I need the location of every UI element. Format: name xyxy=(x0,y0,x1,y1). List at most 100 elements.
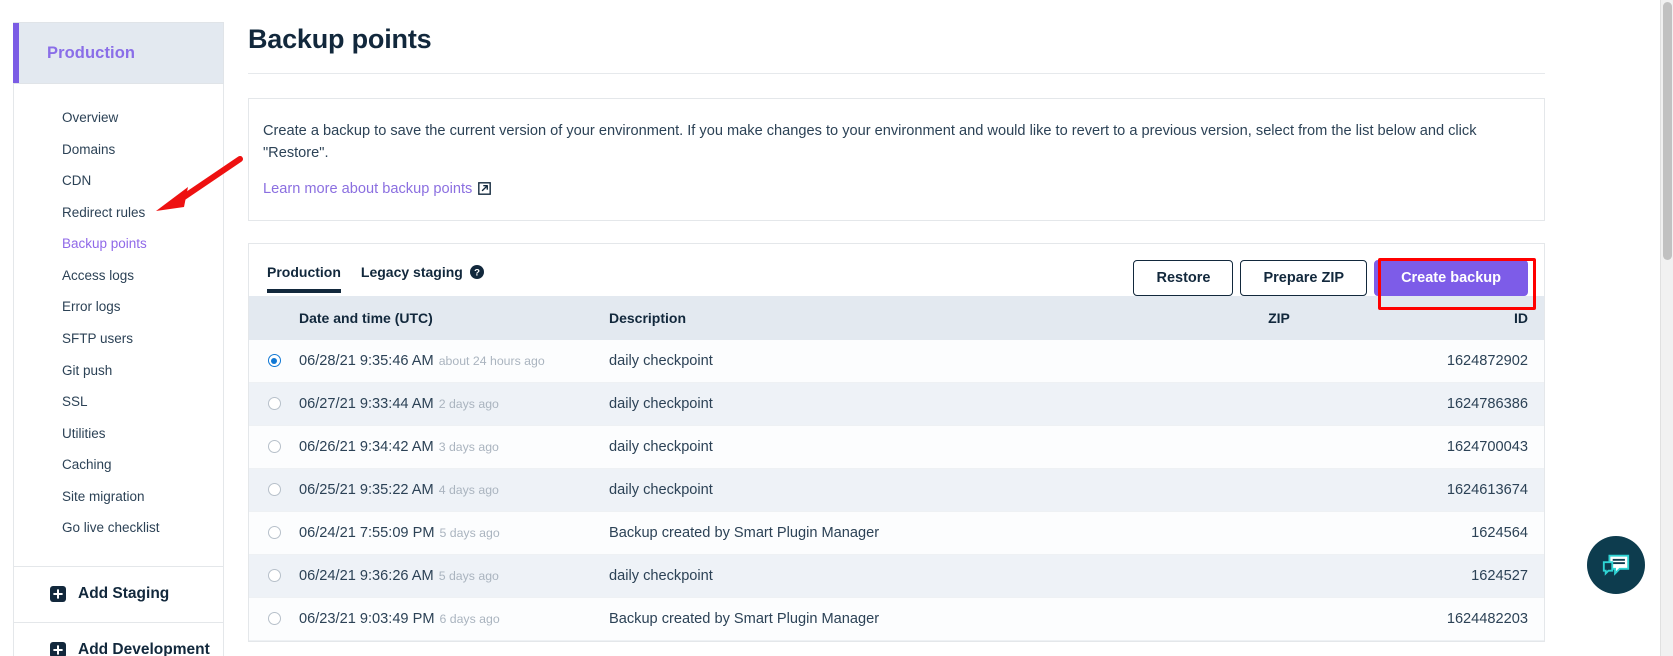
row-relative-time: 3 days ago xyxy=(438,439,499,454)
restore-button[interactable]: Restore xyxy=(1133,259,1234,296)
learn-more-link[interactable]: Learn more about backup points xyxy=(263,180,492,197)
add-development-label: Add Development xyxy=(78,641,210,656)
sidebar: Production Overview Domains CDN Redirect… xyxy=(13,22,224,656)
sidebar-item-utilities[interactable]: Utilities xyxy=(14,418,223,450)
radio-button[interactable] xyxy=(267,440,281,454)
row-zip xyxy=(1199,340,1359,383)
table-row[interactable]: 06/28/21 9:35:46 AM about 24 hours ago da… xyxy=(249,339,1544,383)
row-select-cell[interactable] xyxy=(249,597,299,640)
radio-button[interactable] xyxy=(267,354,281,368)
row-id: 1624700043 xyxy=(1446,438,1528,455)
environment-header: Production xyxy=(13,22,224,84)
row-id: 1624564 xyxy=(1471,524,1528,541)
row-date: 06/27/21 9:33:44 AM xyxy=(299,395,434,412)
page-title: Backup points xyxy=(248,24,432,54)
row-date: 06/24/21 7:55:09 PM xyxy=(299,524,435,541)
card-toolbar: Production Legacy staging ? Restore Prep… xyxy=(249,244,1544,310)
table-row[interactable]: 06/24/21 9:36:26 AM 5 days ago daily chec… xyxy=(249,554,1544,598)
backup-points-table: Date and time (UTC) Description ZIP ID 0… xyxy=(249,295,1544,641)
table-body: 06/28/21 9:35:46 AM about 24 hours ago da… xyxy=(249,339,1544,641)
row-date-cell: 06/23/21 9:03:49 PM 6 days ago xyxy=(299,597,609,640)
sidebar-item-site-migration[interactable]: Site migration xyxy=(14,481,223,513)
row-select-cell[interactable] xyxy=(249,554,299,597)
table-row[interactable]: 06/24/21 7:55:09 PM 5 days ago Backup cre… xyxy=(249,511,1544,555)
environment-title: Production xyxy=(47,43,136,62)
table-row[interactable]: 06/27/21 9:33:44 AM 2 days ago daily chec… xyxy=(249,382,1544,426)
add-development-button[interactable]: Add Development xyxy=(13,622,224,656)
tab-legacy-staging-label: Legacy staging xyxy=(360,263,463,280)
help-circle-icon[interactable]: ? xyxy=(469,264,484,279)
row-description: Backup created by Smart Plugin Manager xyxy=(609,524,880,541)
row-select-cell[interactable] xyxy=(249,511,299,554)
plus-square-icon xyxy=(50,642,66,656)
table-row[interactable]: 06/23/21 9:03:49 PM 6 days ago Backup cre… xyxy=(249,597,1544,641)
row-zip xyxy=(1199,468,1359,511)
sidebar-item-access-logs[interactable]: Access logs xyxy=(14,260,223,292)
row-date-cell: 06/25/21 9:35:22 AM 4 days ago xyxy=(299,468,609,511)
table-row[interactable]: 06/26/21 9:34:42 AM 3 days ago daily chec… xyxy=(249,425,1544,469)
radio-button[interactable] xyxy=(267,569,281,583)
sidebar-item-domains[interactable]: Domains xyxy=(14,134,223,166)
radio-button[interactable] xyxy=(267,483,281,497)
page-scrollbar[interactable] xyxy=(1660,0,1673,656)
tab-legacy-staging[interactable]: Legacy staging ? xyxy=(361,264,484,293)
row-date-cell: 06/28/21 9:35:46 AM about 24 hours ago xyxy=(299,340,609,383)
radio-button[interactable] xyxy=(267,397,281,411)
row-id: 1624482203 xyxy=(1446,610,1528,627)
radio-button[interactable] xyxy=(267,612,281,626)
sidebar-nav: Overview Domains CDN Redirect rules Back… xyxy=(13,84,224,567)
row-date-cell: 06/26/21 9:34:42 AM 3 days ago xyxy=(299,425,609,468)
sidebar-item-sftp-users[interactable]: SFTP users xyxy=(14,323,223,355)
sidebar-item-caching[interactable]: Caching xyxy=(14,449,223,481)
learn-more-label: Learn more about backup points xyxy=(263,180,473,197)
row-date: 06/25/21 9:35:22 AM xyxy=(299,481,434,498)
sidebar-item-error-logs[interactable]: Error logs xyxy=(14,291,223,323)
row-relative-time: 4 days ago xyxy=(438,482,499,497)
row-date-cell: 06/24/21 7:55:09 PM 5 days ago xyxy=(299,511,609,554)
tab-production[interactable]: Production xyxy=(267,264,341,293)
add-staging-button[interactable]: Add Staging xyxy=(13,566,224,623)
row-select-cell[interactable] xyxy=(249,425,299,468)
row-zip xyxy=(1199,511,1359,554)
row-date: 06/26/21 9:34:42 AM xyxy=(299,438,434,455)
chat-bubble-icon xyxy=(1601,550,1631,580)
sidebar-item-ssl[interactable]: SSL xyxy=(14,386,223,418)
create-backup-button[interactable]: Create backup xyxy=(1374,259,1528,296)
table-row[interactable]: 06/25/21 9:35:22 AM 4 days ago daily chec… xyxy=(249,468,1544,512)
row-date-cell: 06/27/21 9:33:44 AM 2 days ago xyxy=(299,382,609,425)
column-description: Description xyxy=(609,295,1199,340)
app-page: Production Overview Domains CDN Redirect… xyxy=(0,0,1673,656)
sidebar-item-backup-points[interactable]: Backup points xyxy=(14,228,223,260)
toolbar-actions: Restore Prepare ZIP Create backup xyxy=(1133,259,1528,296)
row-select-cell[interactable] xyxy=(249,382,299,425)
svg-text:?: ? xyxy=(474,267,480,278)
sidebar-item-go-live-checklist[interactable]: Go live checklist xyxy=(14,512,223,544)
title-divider xyxy=(248,73,1545,74)
sidebar-item-cdn[interactable]: CDN xyxy=(14,165,223,197)
sidebar-item-redirect-rules[interactable]: Redirect rules xyxy=(14,197,223,229)
main-content: Backup points Create a backup to save th… xyxy=(248,0,1663,656)
scrollbar-thumb[interactable] xyxy=(1663,2,1672,260)
row-id: 1624872902 xyxy=(1446,352,1528,369)
add-staging-label: Add Staging xyxy=(78,585,170,603)
table-header-row: Date and time (UTC) Description ZIP ID xyxy=(249,295,1544,340)
tab-production-label: Production xyxy=(267,263,341,280)
sidebar-item-overview[interactable]: Overview xyxy=(14,102,223,134)
row-relative-time: 5 days ago xyxy=(439,525,500,540)
sidebar-item-git-push[interactable]: Git push xyxy=(14,355,223,387)
radio-button[interactable] xyxy=(267,526,281,540)
row-select-cell[interactable] xyxy=(249,340,299,383)
row-id: 1624786386 xyxy=(1446,395,1528,412)
prepare-zip-button[interactable]: Prepare ZIP xyxy=(1240,259,1368,296)
column-date: Date and time (UTC) xyxy=(299,295,609,340)
row-description: daily checkpoint xyxy=(609,438,713,455)
row-date: 06/23/21 9:03:49 PM xyxy=(299,610,435,627)
environment-accent-bar xyxy=(13,23,19,83)
row-description: daily checkpoint xyxy=(609,481,713,498)
row-description: daily checkpoint xyxy=(609,395,713,412)
row-select-cell[interactable] xyxy=(249,468,299,511)
row-description: daily checkpoint xyxy=(609,567,713,584)
chat-support-button[interactable] xyxy=(1587,536,1645,594)
row-date: 06/28/21 9:35:46 AM xyxy=(299,352,434,369)
row-description: daily checkpoint xyxy=(609,352,713,369)
